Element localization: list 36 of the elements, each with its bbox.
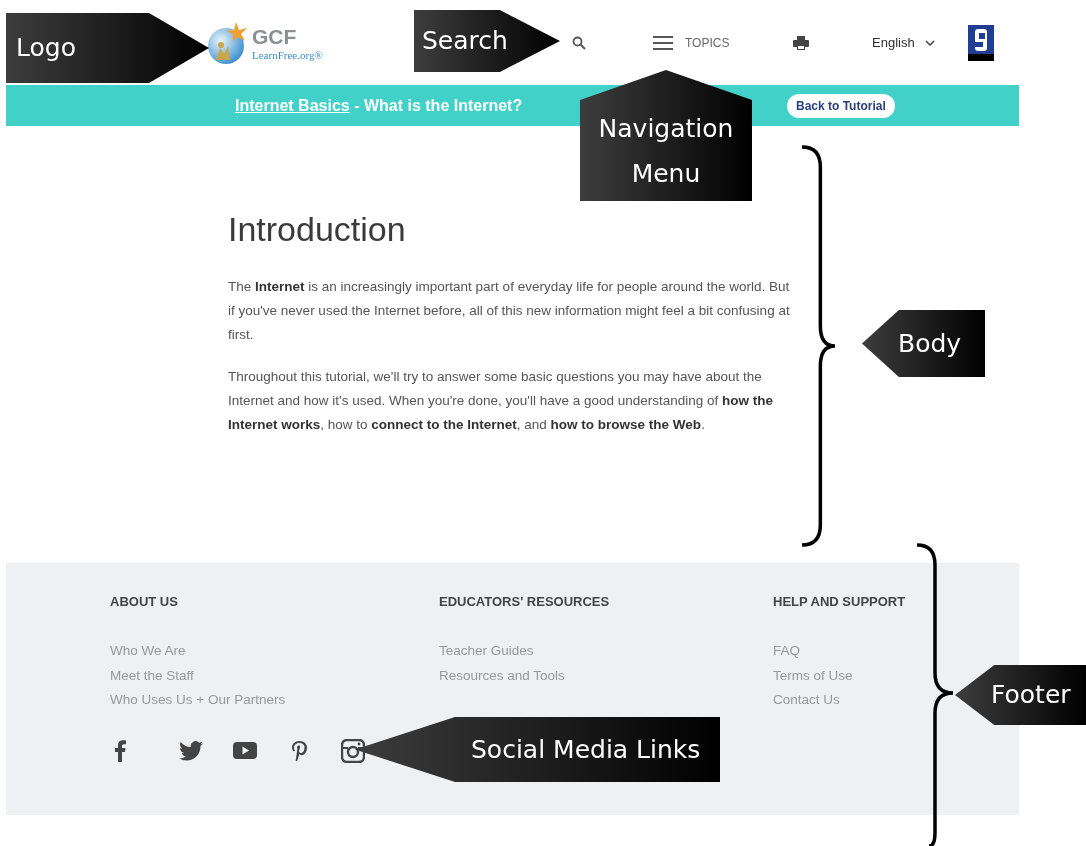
facebook-icon[interactable] (114, 739, 126, 762)
course-link[interactable]: Internet Basics (235, 96, 350, 114)
callout-label: Logo (6, 13, 209, 83)
logo-text: GCF (252, 24, 298, 49)
footer-link[interactable]: Terms of Use (773, 663, 853, 688)
play-icon[interactable] (233, 742, 257, 759)
topics-menu[interactable]: TOPICS (653, 35, 730, 50)
footer-link[interactable]: Contact Us (773, 688, 840, 713)
footer-link[interactable]: FAQ (773, 639, 800, 664)
footer-heading: ABOUT US (110, 594, 178, 609)
language-dropdown[interactable]: English (872, 35, 935, 50)
footer-link[interactable]: Who We Are (110, 639, 186, 664)
topics-label: TOPICS (685, 35, 730, 50)
footer-link[interactable]: Meet the Staff (110, 663, 194, 688)
callout-label: Search (414, 10, 560, 72)
footer-link[interactable]: Resources and Tools (439, 663, 565, 688)
partner-logo-icon[interactable] (968, 24, 994, 61)
back-to-tutorial-button[interactable]: Back to Tutorial (787, 93, 895, 118)
page-heading: Introduction (228, 210, 407, 249)
footer-link[interactable]: Teacher Guides (439, 639, 534, 664)
print-icon[interactable] (793, 35, 809, 50)
bird-icon[interactable] (179, 740, 203, 761)
camera-icon[interactable] (341, 738, 365, 763)
menu-icon (653, 35, 673, 50)
pin-icon[interactable] (290, 739, 308, 762)
logo-tagline: LearnFree.org® (252, 48, 323, 61)
footer-heading: EDUCATORS' RESOURCES (439, 594, 610, 609)
footer-link[interactable]: Who Uses Us + Our Partners (110, 688, 286, 713)
tutorial-title: Internet Basics - What is the Internet? (235, 96, 524, 115)
body-paragraph: Throughout this tutorial, we'll try to answer some basic questions you may have about the Internet and how it's used. When you're done, you'll have a good understanding of how the Internet works, how to connect to the Internet, and how to browse the Web. (228, 368, 775, 434)
chevron-down-icon (924, 39, 935, 46)
callout-label: Body (862, 310, 985, 377)
footer-heading: HELP AND SUPPORT (773, 594, 906, 609)
body-paragraph: The Internet is an increasingly important part of everyday life for people around the world. But if you've never used the Internet before, all of this new information might feel a bit confusing at first. (228, 278, 791, 344)
search-icon[interactable] (572, 35, 586, 50)
callout-label: Navigation Menu (580, 70, 752, 201)
